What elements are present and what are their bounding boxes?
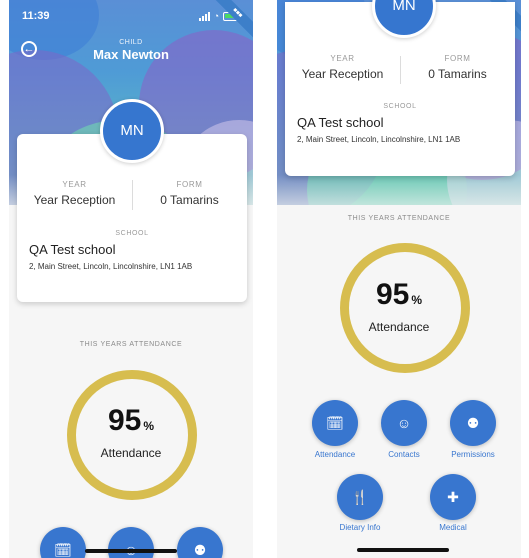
- user-shield-icon: ⚉: [193, 541, 207, 558]
- people-icon: ☺: [396, 415, 412, 431]
- attendance-title: THIS YEARS ATTENDANCE: [347, 215, 451, 222]
- right-screen: ■■ YEAR Year Reception FORM 0 Tamarins S…: [277, 0, 521, 558]
- attendance-label: Attendance: [368, 320, 430, 334]
- calendar-check-icon: 🗓: [326, 414, 344, 431]
- year-value: Year Reception: [301, 67, 384, 81]
- home-indicator[interactable]: [85, 549, 177, 553]
- form-label: FORM: [176, 180, 203, 189]
- status-time: 11:39: [22, 10, 50, 22]
- attendance-button[interactable]: 🗓: [40, 527, 86, 558]
- attendance-label: Attendance: [100, 446, 162, 460]
- dietary-info-button-label[interactable]: Dietary Info: [320, 523, 400, 532]
- user-shield-icon: ⚉: [466, 414, 480, 431]
- medical-button-label[interactable]: Medical: [413, 523, 493, 532]
- wifi-icon: ◔: [213, 11, 219, 21]
- contacts-button-label[interactable]: Contacts: [364, 450, 444, 459]
- dietary-info-button[interactable]: 🍴: [337, 474, 383, 520]
- avatar: MN: [100, 99, 164, 163]
- permissions-button-label[interactable]: Permissions: [433, 450, 513, 459]
- school-address: 2, Main Street, Lincoln, Lincolnshire, L…: [297, 135, 461, 144]
- year-label: YEAR: [62, 180, 87, 189]
- year-label: YEAR: [330, 54, 355, 63]
- home-indicator[interactable]: [357, 548, 449, 552]
- status-bar: 11:39 ◔: [9, 10, 253, 24]
- medical-button[interactable]: ✚: [430, 474, 476, 520]
- contacts-button[interactable]: ☺: [108, 527, 154, 558]
- form-value: 0 Tamarins: [428, 67, 487, 81]
- child-label: CHILD: [119, 39, 143, 46]
- attendance-title: THIS YEARS ATTENDANCE: [79, 341, 183, 348]
- year-block: YEAR Year Reception: [285, 54, 400, 81]
- form-label: FORM: [444, 54, 471, 63]
- school-label: SCHOOL: [115, 230, 149, 237]
- permissions-button[interactable]: ⚉: [450, 400, 496, 446]
- signal-icon: [198, 11, 210, 21]
- school-address: 2, Main Street, Lincoln, Lincolnshire, L…: [29, 262, 193, 271]
- permissions-button[interactable]: ⚉: [177, 527, 223, 558]
- attendance-button[interactable]: 🗓: [312, 400, 358, 446]
- attendance-button-label[interactable]: Attendance: [295, 450, 375, 459]
- school-name: QA Test school: [297, 115, 384, 130]
- form-block: FORM 0 Tamarins: [132, 180, 247, 207]
- child-name: Max Newton: [93, 47, 169, 62]
- school-label: SCHOOL: [383, 103, 417, 110]
- year-block: YEAR Year Reception: [17, 180, 132, 207]
- cutlery-icon: 🍴: [351, 488, 369, 505]
- form-block: FORM 0 Tamarins: [400, 54, 515, 81]
- attendance-percent: 95%: [375, 278, 423, 311]
- form-value: 0 Tamarins: [160, 193, 219, 207]
- calendar-check-icon: 🗓: [54, 541, 72, 558]
- school-name: QA Test school: [29, 242, 116, 257]
- left-screen: 11:39 ◔ ■■■ ← CHILD Max Newton YEAR Year…: [9, 0, 253, 558]
- medical-kit-icon: ✚: [447, 488, 459, 505]
- year-value: Year Reception: [33, 193, 116, 207]
- attendance-percent: 95%: [107, 404, 155, 437]
- contacts-button[interactable]: ☺: [381, 400, 427, 446]
